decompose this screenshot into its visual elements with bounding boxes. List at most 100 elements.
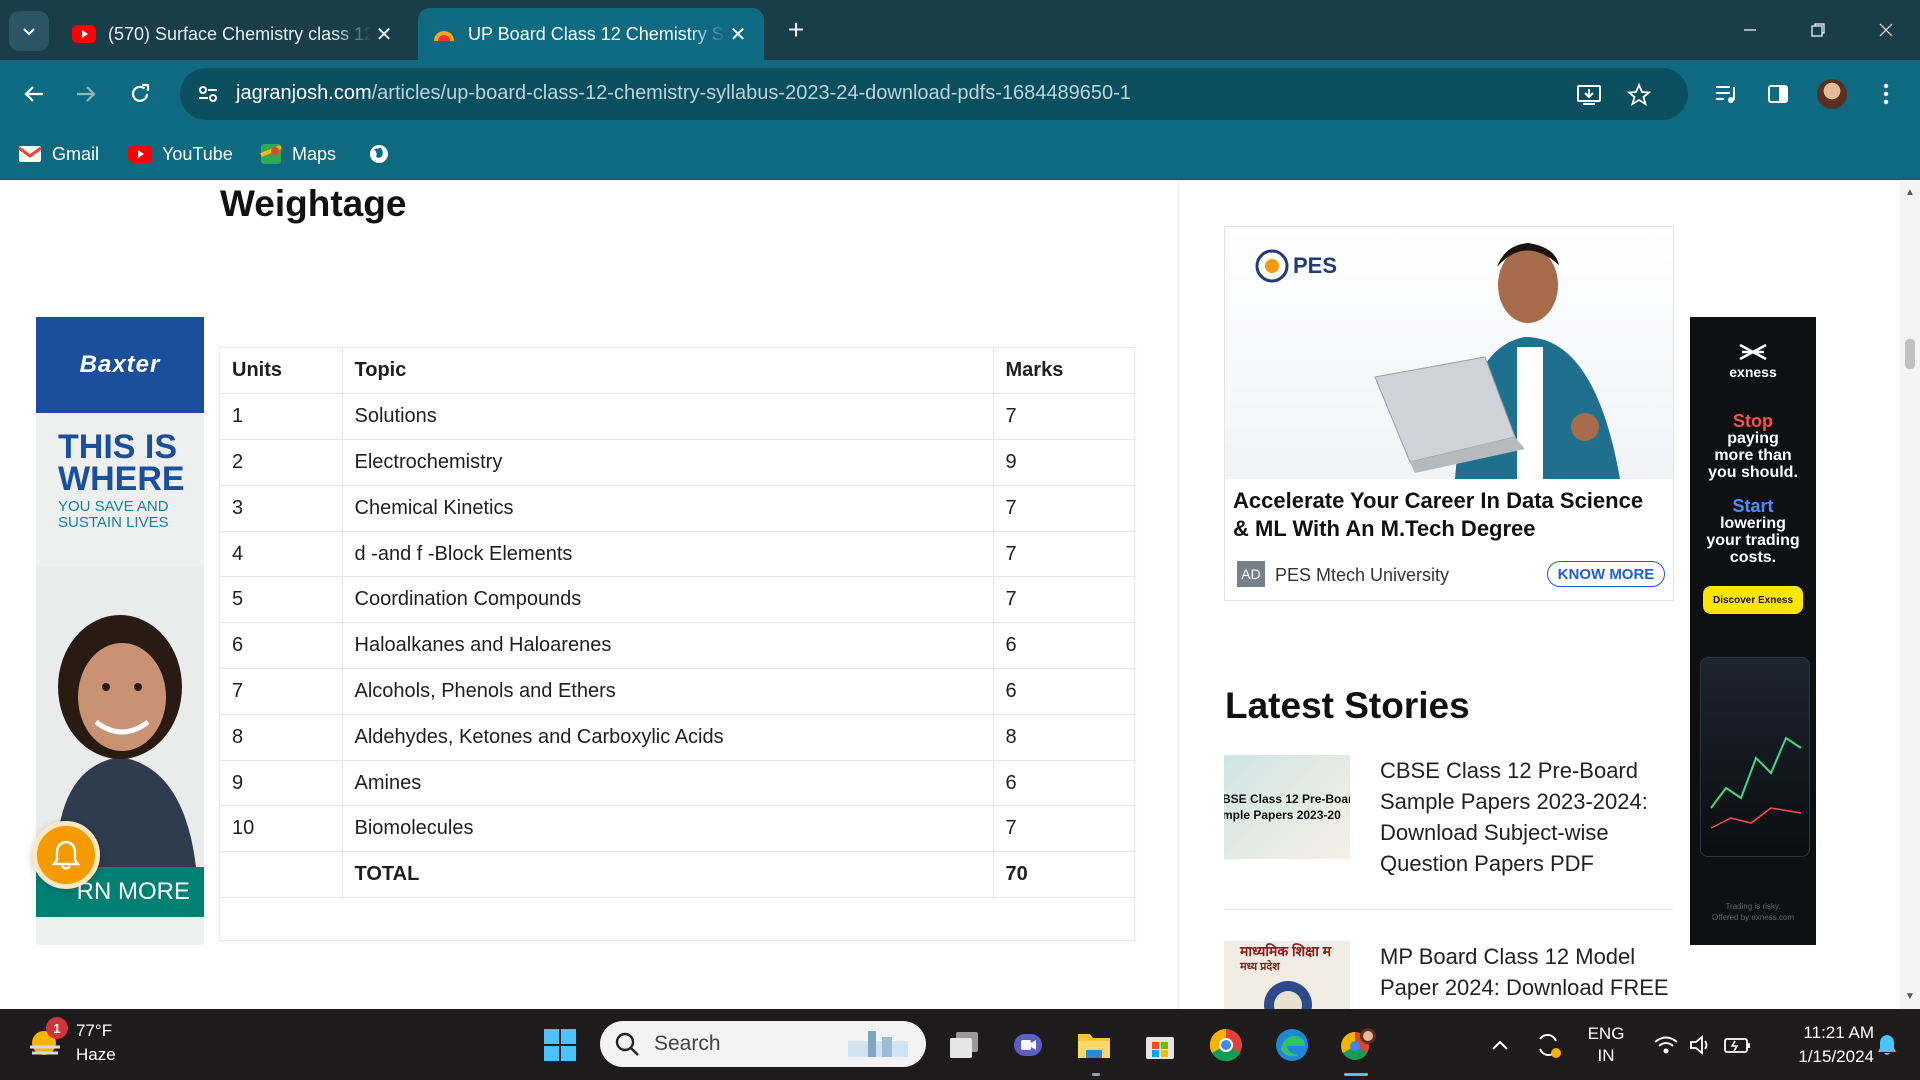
cell-unit: 5: [220, 576, 343, 624]
notification-bell-button[interactable]: [32, 821, 100, 889]
tab-strip: (570) Surface Chemistry class 12 ✕ UP Bo…: [0, 0, 1920, 60]
exness-logo: exness: [1690, 343, 1816, 380]
notifications-button[interactable]: [1862, 1009, 1912, 1080]
clock[interactable]: 11:21 AM 1/15/2024: [1764, 1009, 1874, 1080]
page-scrollbar[interactable]: ▲ ▼: [1900, 181, 1920, 1009]
pes-logo: PES: [1255, 249, 1337, 283]
scroll-up-arrow-icon[interactable]: ▲: [1904, 187, 1916, 198]
start-button[interactable]: [538, 1023, 582, 1067]
url-host: jagranjosh.com: [236, 82, 372, 104]
jagranjosh-icon: [434, 31, 454, 41]
task-view-button[interactable]: [942, 1023, 986, 1067]
region-code: IN: [1597, 1045, 1615, 1065]
cell-topic: Aldehydes, Ketones and Carboxylic Acids: [342, 714, 994, 761]
table-row: 4d -and f -Block Elements 7: [220, 531, 1136, 578]
profile-avatar[interactable]: [1812, 74, 1852, 114]
bookmark-globe[interactable]: [368, 140, 390, 168]
back-button[interactable]: [14, 74, 54, 114]
bookmark-maps[interactable]: Maps: [260, 140, 336, 168]
pes-ad[interactable]: PES Accelerate Your Career In Data Scien…: [1224, 226, 1674, 601]
minimize-button[interactable]: [1716, 0, 1784, 60]
battery-charging-icon: [1724, 1037, 1750, 1053]
tab-title: (570) Surface Chemistry class 12: [108, 23, 372, 44]
reload-button[interactable]: [120, 74, 160, 114]
cell-topic: Chemical Kinetics: [342, 485, 994, 532]
ad-subline-line: SUSTAIN LIVES: [58, 514, 169, 531]
cell-marks: 7: [993, 393, 1136, 441]
know-more-button[interactable]: KNOW MORE: [1547, 561, 1665, 587]
table-header-row: Units Topic Marks: [220, 348, 1136, 395]
globe-icon: [370, 145, 388, 163]
cell-marks: 7: [993, 576, 1136, 624]
chrome-icon: [1209, 1028, 1242, 1062]
sync-status-icon[interactable]: [1526, 1009, 1570, 1080]
youtube-icon: [128, 145, 152, 163]
story-headline-link[interactable]: CBSE Class 12 Pre-Board Sample Papers 20…: [1380, 755, 1674, 879]
teams-meet-button[interactable]: [1006, 1023, 1050, 1067]
windows-taskbar: 1 77°F Haze Search ENG IN 11:21 AM 1/15/…: [0, 1009, 1920, 1080]
ad-brand: Baxter: [36, 317, 204, 413]
ad-line: your trading: [1706, 532, 1800, 549]
address-bar[interactable]: jagranjosh.com/articles/up-board-class-1…: [180, 68, 1688, 120]
microsoft-store-button[interactable]: [1138, 1023, 1182, 1067]
thumbnail-seal-image: [1264, 981, 1312, 1009]
latest-stories-title: Latest Stories: [1225, 685, 1470, 726]
discover-exness-button[interactable]: Discover Exness: [1703, 586, 1803, 614]
language-code: ENG: [1587, 1023, 1625, 1043]
tab-jagranjosh[interactable]: UP Board Class 12 Chemistry Sy ✕: [418, 8, 764, 60]
file-explorer-button[interactable]: [1072, 1023, 1116, 1067]
chrome-menu-icon[interactable]: [1866, 74, 1906, 114]
close-window-button[interactable]: [1852, 0, 1920, 60]
cell-unit: 4: [220, 531, 343, 578]
web-page: Weightage Baxter THIS IS WHERE YOU SAVE …: [0, 181, 1900, 1009]
forward-button[interactable]: [66, 74, 106, 114]
column-divider: [1178, 181, 1179, 1009]
exness-ad[interactable]: exness Stop paying more than you should.…: [1690, 317, 1816, 945]
ad-start-text: Start: [1732, 496, 1774, 516]
cell-marks: 6: [993, 668, 1136, 715]
site-settings-icon[interactable]: [194, 80, 222, 108]
install-app-icon[interactable]: [1574, 80, 1604, 110]
cell-marks: 6: [993, 760, 1136, 807]
bookmark-star-icon[interactable]: [1624, 80, 1654, 110]
cell-topic: Alcohols, Phenols and Ethers: [342, 668, 994, 715]
table-row: 1 Solutions 7: [220, 393, 1136, 441]
media-controls-icon[interactable]: [1706, 74, 1746, 114]
taskbar-search-box[interactable]: Search: [600, 1021, 926, 1067]
language-indicator[interactable]: ENG IN: [1576, 1009, 1636, 1080]
maps-icon: [260, 144, 282, 164]
chrome-profile-taskbar-button[interactable]: [1336, 1023, 1380, 1067]
cell-marks: 7: [993, 531, 1136, 578]
close-tab-icon[interactable]: ✕: [372, 22, 396, 47]
show-hidden-icons-button[interactable]: [1482, 1009, 1518, 1080]
new-tab-button[interactable]: +: [780, 14, 812, 46]
ad-title: Accelerate Your Career In Data Science &…: [1233, 488, 1644, 541]
ad-headline: THIS IS WHERE: [58, 428, 204, 496]
story-thumbnail[interactable]: माध्यमिक शिक्षा म मध्य प्रदेश: [1224, 941, 1350, 1009]
thumbnail-line: मध्य प्रदेश: [1240, 961, 1280, 973]
column-header-topic: Topic: [342, 348, 994, 395]
ad-headline-line: THIS IS: [58, 428, 178, 466]
scrollbar-thumb[interactable]: [1905, 339, 1915, 369]
cell-unit: 7: [220, 668, 343, 715]
table-row: 9 Amines 6: [220, 760, 1136, 807]
bookmark-gmail[interactable]: Gmail: [18, 140, 99, 168]
table-row: 10 Biomolecules 7: [220, 805, 1136, 853]
chrome-taskbar-button[interactable]: [1204, 1023, 1248, 1067]
tab-youtube[interactable]: (570) Surface Chemistry class 12 ✕: [58, 8, 410, 60]
tab-search-button[interactable]: [9, 11, 49, 51]
scroll-down-arrow-icon[interactable]: ▼: [1904, 991, 1916, 1002]
restore-button[interactable]: [1784, 0, 1852, 60]
weather-widget[interactable]: 1 77°F Haze: [26, 1017, 116, 1067]
table-row: 5 Coordination Compounds 7: [220, 576, 1136, 624]
gmail-icon: [18, 146, 42, 162]
story-headline-link[interactable]: MP Board Class 12 Model Paper 2024: Down…: [1380, 941, 1674, 1003]
story-thumbnail[interactable]: BSE Class 12 Pre-Boar mple Papers 2023-2…: [1224, 755, 1350, 859]
edge-taskbar-button[interactable]: [1270, 1023, 1314, 1067]
quick-settings-button[interactable]: [1646, 1009, 1758, 1080]
close-tab-icon[interactable]: ✕: [726, 22, 750, 47]
side-panel-icon[interactable]: [1758, 74, 1798, 114]
section-heading: Weightage: [220, 183, 407, 224]
bookmark-youtube[interactable]: YouTube: [128, 140, 233, 168]
exness-logo-text: exness: [1729, 364, 1777, 380]
